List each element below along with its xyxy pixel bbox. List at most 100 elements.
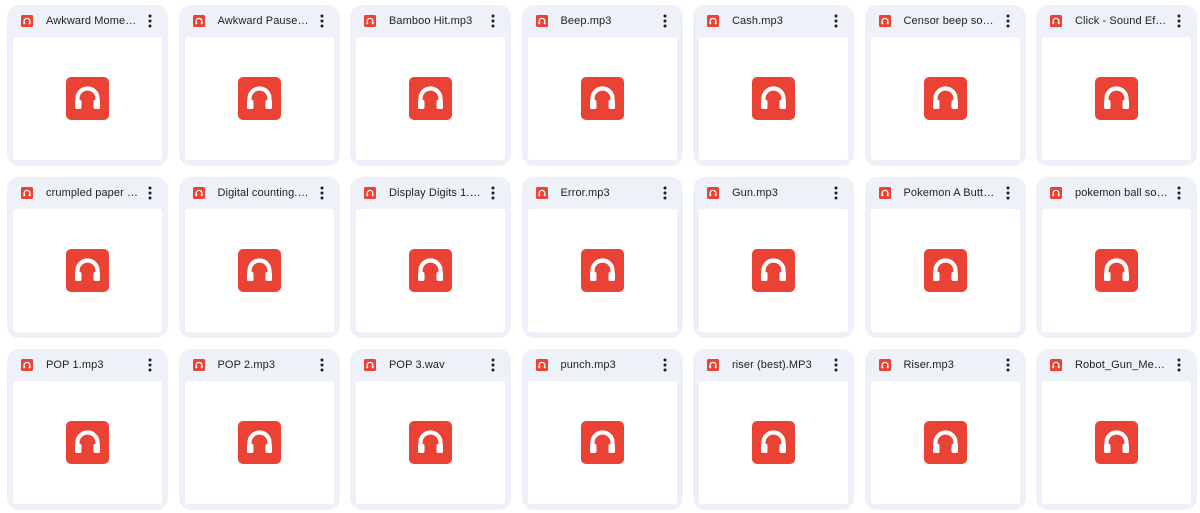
file-card[interactable]: punch.mp3 <box>521 349 683 510</box>
more-vert-icon <box>834 358 838 372</box>
file-card[interactable]: POP 1.mp3 <box>7 349 168 510</box>
file-thumbnail[interactable] <box>356 381 505 504</box>
file-card[interactable]: Display Digits 1.wav <box>350 177 511 338</box>
file-name: Awkward Moment.mp3 <box>46 15 140 27</box>
file-card-header: punch.mp3 <box>528 349 677 381</box>
file-name: Display Digits 1.wav <box>389 187 483 199</box>
audio-file-icon <box>192 359 205 371</box>
file-card[interactable]: Digital counting.mp3 <box>178 177 340 338</box>
more-options-button[interactable] <box>483 182 503 204</box>
file-thumbnail[interactable] <box>1042 381 1191 504</box>
more-vert-icon <box>1006 358 1009 372</box>
file-thumbnail[interactable] <box>356 209 505 332</box>
more-vert-icon <box>491 358 495 372</box>
more-options-button[interactable] <box>140 354 160 376</box>
more-vert-icon <box>1177 358 1181 372</box>
file-card[interactable]: POP 2.mp3 <box>178 349 340 510</box>
file-thumbnail[interactable] <box>13 381 162 504</box>
file-name: riser (best).MP3 <box>732 359 812 371</box>
file-card[interactable]: Error.mp3 <box>521 177 683 338</box>
audio-file-icon <box>21 15 33 27</box>
more-options-button[interactable] <box>312 354 332 376</box>
file-name: Bamboo Hit.mp3 <box>389 15 473 27</box>
more-vert-icon <box>663 14 666 28</box>
more-options-button[interactable] <box>312 182 332 204</box>
more-options-button[interactable] <box>655 10 675 32</box>
audio-file-icon <box>364 187 376 199</box>
file-thumbnail[interactable] <box>184 37 334 160</box>
file-card[interactable]: POP 3.wav <box>350 349 511 510</box>
file-thumbnail[interactable] <box>699 381 848 504</box>
file-thumbnail[interactable] <box>699 37 848 160</box>
more-options-button[interactable] <box>998 182 1018 204</box>
more-options-button[interactable] <box>483 10 503 32</box>
file-card[interactable]: Click - Sound Effect.mp3 <box>1036 5 1197 166</box>
file-name: Pokemon A Button Sound.mp3 <box>903 187 998 199</box>
file-card-header: Error.mp3 <box>528 177 677 209</box>
headphones-icon <box>580 77 624 120</box>
file-thumbnail[interactable] <box>527 381 677 504</box>
audio-file-icon <box>364 15 376 27</box>
audio-file-icon <box>21 359 33 371</box>
file-thumbnail[interactable] <box>699 209 848 332</box>
more-options-button[interactable] <box>1169 10 1189 32</box>
file-card[interactable]: Bamboo Hit.mp3 <box>350 5 511 166</box>
file-card[interactable]: Robot_Gun_Mechanical.mp3 <box>1036 349 1197 510</box>
headphones-icon <box>752 77 795 120</box>
file-thumbnail[interactable] <box>13 209 162 332</box>
file-card[interactable]: riser (best).MP3 <box>693 349 854 510</box>
file-card[interactable]: Gun.mp3 <box>693 177 854 338</box>
more-options-button[interactable] <box>1169 182 1189 204</box>
more-options-button[interactable] <box>312 10 332 32</box>
more-options-button[interactable] <box>655 182 675 204</box>
more-vert-icon <box>834 186 838 200</box>
headphones-icon <box>1095 421 1138 464</box>
file-card[interactable]: pokemon ball sound.mp3 <box>1036 177 1197 338</box>
audio-file-icon <box>1050 15 1062 27</box>
more-options-button[interactable] <box>826 354 846 376</box>
more-options-button[interactable] <box>826 10 846 32</box>
file-card[interactable]: Awkward Pause 02.mp3 <box>178 5 340 166</box>
more-options-button[interactable] <box>655 354 675 376</box>
headphones-icon <box>66 249 109 292</box>
file-thumbnail[interactable] <box>356 37 505 160</box>
headphones-icon <box>237 421 281 464</box>
file-thumbnail[interactable] <box>1042 37 1191 160</box>
file-card[interactable]: Cash.mp3 <box>693 5 854 166</box>
more-options-button[interactable] <box>140 10 160 32</box>
file-name: crumpled paper sound.mp3 <box>46 187 140 199</box>
file-card-header: crumpled paper sound.mp3 <box>13 177 162 209</box>
file-thumbnail[interactable] <box>870 37 1020 160</box>
more-vert-icon <box>1006 14 1009 28</box>
file-card[interactable]: Riser.mp3 <box>864 349 1026 510</box>
more-options-button[interactable] <box>826 182 846 204</box>
headphones-icon <box>923 249 967 292</box>
more-options-button[interactable] <box>140 182 160 204</box>
headphones-icon <box>409 77 452 120</box>
file-thumbnail[interactable] <box>13 37 162 160</box>
more-options-button[interactable] <box>998 354 1018 376</box>
file-card[interactable]: Censor beep sound.mp3 <box>864 5 1026 166</box>
file-thumbnail[interactable] <box>527 37 677 160</box>
file-card-header: Awkward Moment.mp3 <box>13 5 162 37</box>
file-grid: Awkward Moment.mp3 <box>0 0 1200 513</box>
file-thumbnail[interactable] <box>870 381 1020 504</box>
file-card[interactable]: Pokemon A Button Sound.mp3 <box>864 177 1026 338</box>
more-vert-icon <box>148 186 152 200</box>
file-thumbnail[interactable] <box>184 381 334 504</box>
more-options-button[interactable] <box>998 10 1018 32</box>
file-thumbnail[interactable] <box>184 209 334 332</box>
file-thumbnail[interactable] <box>527 209 677 332</box>
more-vert-icon <box>663 186 666 200</box>
file-thumbnail[interactable] <box>1042 209 1191 332</box>
file-name: punch.mp3 <box>560 359 616 371</box>
file-name: Beep.mp3 <box>560 15 612 27</box>
more-vert-icon <box>491 14 495 28</box>
file-name: Digital counting.mp3 <box>217 187 312 199</box>
more-options-button[interactable] <box>1169 354 1189 376</box>
more-options-button[interactable] <box>483 354 503 376</box>
file-card[interactable]: Beep.mp3 <box>521 5 683 166</box>
file-thumbnail[interactable] <box>870 209 1020 332</box>
file-card[interactable]: Awkward Moment.mp3 <box>7 5 168 166</box>
file-card[interactable]: crumpled paper sound.mp3 <box>7 177 168 338</box>
